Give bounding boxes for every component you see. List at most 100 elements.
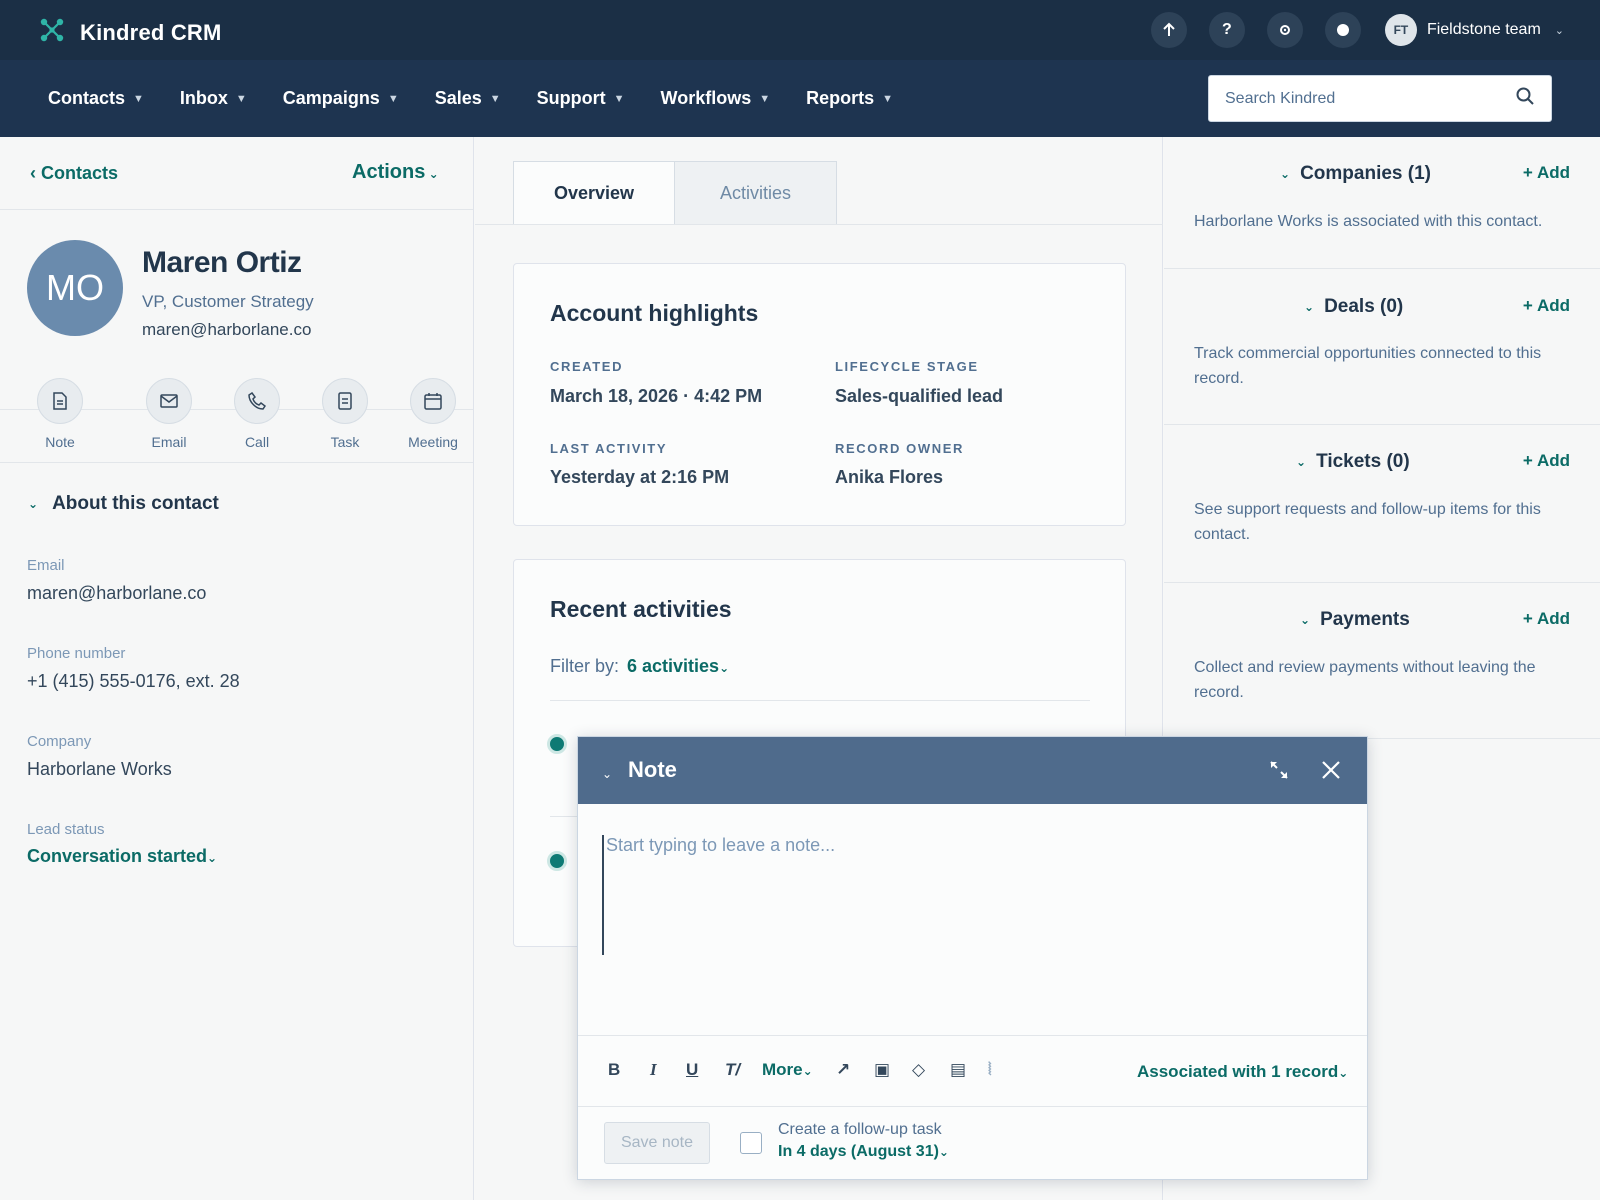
field-label-lead-status: Lead status	[27, 821, 105, 838]
nav-reports[interactable]: Reports ▼	[806, 88, 893, 109]
caret-down-icon: ▼	[133, 92, 144, 105]
more-dropdown[interactable]: More⌄	[762, 1060, 813, 1080]
tab-overview[interactable]: Overview	[513, 161, 675, 225]
nav-support[interactable]: Support ▼	[537, 88, 625, 109]
quick-actions: Note Email Call Task Meeting	[37, 378, 477, 450]
nav-campaigns[interactable]: Campaigns ▼	[283, 88, 399, 109]
brand[interactable]: Kindred CRM	[38, 16, 222, 49]
email-action[interactable]: Email	[125, 378, 213, 450]
deals-description: Track commercial opportunities connected…	[1194, 345, 1542, 387]
field-value-email[interactable]: maren@harborlane.co	[27, 583, 206, 604]
note-modal-header: ⌄ Note	[578, 737, 1367, 804]
help-button[interactable]: ?	[1208, 12, 1245, 48]
phone-icon	[234, 378, 280, 424]
snippet-icon[interactable]: ◇	[912, 1060, 925, 1080]
companies-toggle[interactable]: ⌄ Companies (1)	[1280, 163, 1431, 185]
nav-inbox[interactable]: Inbox ▼	[180, 88, 247, 109]
search-box	[1208, 75, 1552, 122]
field-value-company[interactable]: Harborlane Works	[27, 759, 172, 780]
nav-sales[interactable]: Sales ▼	[435, 88, 501, 109]
associations-dropdown[interactable]: Associated with 1 record⌄	[1137, 1062, 1348, 1082]
qa-label: Meeting	[408, 434, 458, 450]
payments-toggle[interactable]: ⌄ Payments	[1300, 609, 1410, 631]
nav-label: Workflows	[660, 88, 752, 108]
created-value: March 18, 2026 · 4:42 PM	[550, 386, 763, 406]
clear-format-button[interactable]: T/	[725, 1060, 740, 1080]
nav-label: Support	[536, 88, 606, 108]
contact-profile: MO Maren Ortiz VP, Customer Strategy mar…	[0, 210, 473, 450]
lifecycle-value: Sales-qualified lead	[835, 386, 1004, 406]
meeting-action[interactable]: Meeting	[389, 378, 477, 450]
note-action[interactable]: Note	[37, 378, 83, 450]
add-payment-button[interactable]: + Add	[1523, 609, 1570, 629]
task-action[interactable]: Task	[301, 378, 389, 450]
caret-down-icon: ▼	[759, 92, 771, 105]
tab-activities[interactable]: Activities	[675, 161, 837, 225]
top-bar: Kindred CRM ? FT Fieldstone team ⌄	[0, 0, 1600, 60]
settings-button[interactable]	[1266, 12, 1303, 48]
upgrade-button[interactable]	[1150, 12, 1187, 48]
gear-icon	[1279, 25, 1290, 35]
collapse-chevron-icon[interactable]: ⌄	[602, 767, 612, 781]
lead-status-dropdown[interactable]: Conversation started⌄	[27, 846, 217, 867]
call-action[interactable]: Call	[213, 378, 301, 450]
chevron-down-icon: ⌄	[719, 661, 730, 675]
link-icon[interactable]: ↗	[836, 1060, 850, 1080]
field-value-phone[interactable]: +1 (415) 555-0176, ext. 28	[27, 671, 240, 692]
activities-title: Recent activities	[550, 596, 732, 622]
nav-workflows[interactable]: Workflows ▼	[661, 88, 771, 109]
attachment-icon[interactable]: ⦚	[988, 1060, 992, 1080]
chevron-down-icon: ⌄	[1280, 167, 1291, 181]
deals-section: ⌄ Deals (0) + Add Track commercial opport…	[1164, 269, 1600, 425]
record-tabs: Overview Activities	[513, 161, 837, 225]
followup-date-value: In 4 days (August 31)	[778, 1143, 939, 1160]
search-input[interactable]	[1225, 89, 1515, 108]
qa-label: Call	[244, 434, 270, 450]
add-company-button[interactable]: + Add	[1523, 163, 1570, 183]
underline-button[interactable]: U	[686, 1060, 698, 1080]
note-body-input[interactable]	[602, 835, 1342, 955]
task-icon	[322, 378, 368, 424]
followup-label: Create a follow-up task	[778, 1121, 942, 1138]
contact-name: Maren Ortiz	[142, 246, 302, 279]
tickets-toggle[interactable]: ⌄ Tickets (0)	[1296, 451, 1410, 473]
about-toggle[interactable]: ⌄ About this contact	[28, 493, 219, 515]
nav-label: Sales	[434, 88, 482, 108]
account-avatar: FT	[1384, 14, 1417, 46]
account-menu[interactable]: FT Fieldstone team ⌄	[1384, 14, 1564, 46]
filter-dropdown[interactable]: 6 activities⌄	[627, 656, 729, 676]
tickets-description: See support requests and follow-up items…	[1194, 501, 1541, 543]
followup-date-dropdown[interactable]: In 4 days (August 31)⌄	[778, 1143, 949, 1161]
add-ticket-button[interactable]: + Add	[1523, 451, 1570, 471]
nav-contacts[interactable]: Contacts ▼	[48, 88, 144, 109]
bold-button[interactable]: B	[608, 1060, 620, 1080]
image-icon[interactable]: ▣	[874, 1060, 890, 1080]
table-icon[interactable]: ▤	[950, 1060, 966, 1080]
chevron-down-icon: ⌄	[938, 1145, 949, 1159]
note-toolbar: B I U T/ More⌄ ↗ ▣ ◇ ▤ ⦚ Associated with…	[578, 1035, 1367, 1107]
field-label-company: Company	[27, 733, 92, 750]
search-icon[interactable]	[1515, 86, 1535, 111]
actions-menu[interactable]: Actions ⌄	[352, 161, 439, 184]
note-icon	[37, 378, 83, 424]
companies-title: Companies (1)	[1300, 163, 1431, 184]
more-label: More	[762, 1060, 803, 1079]
companies-description: Harborlane Works is associated with this…	[1194, 213, 1543, 230]
payments-description: Collect and review payments without leav…	[1194, 659, 1536, 701]
italic-button[interactable]: I	[650, 1060, 657, 1080]
save-note-button[interactable]: Save note	[604, 1122, 710, 1164]
status-button[interactable]	[1324, 12, 1361, 48]
deals-toggle[interactable]: ⌄ Deals (0)	[1304, 296, 1403, 318]
back-to-contacts-link[interactable]: ‹ Contacts	[30, 163, 118, 184]
help-icon: ?	[1222, 21, 1232, 38]
contact-email[interactable]: maren@harborlane.co	[142, 320, 311, 340]
timeline-dot	[547, 851, 567, 871]
expand-icon[interactable]	[1268, 759, 1290, 786]
owner-label: RECORD OWNER	[835, 441, 964, 456]
account-highlights-card: Account highlights CREATED March 18, 202…	[513, 263, 1126, 526]
app-name: Kindred CRM	[80, 19, 222, 45]
close-icon[interactable]	[1320, 759, 1342, 786]
followup-checkbox[interactable]	[740, 1132, 762, 1154]
up-arrow-icon	[1163, 22, 1175, 36]
add-deal-button[interactable]: + Add	[1523, 296, 1570, 316]
